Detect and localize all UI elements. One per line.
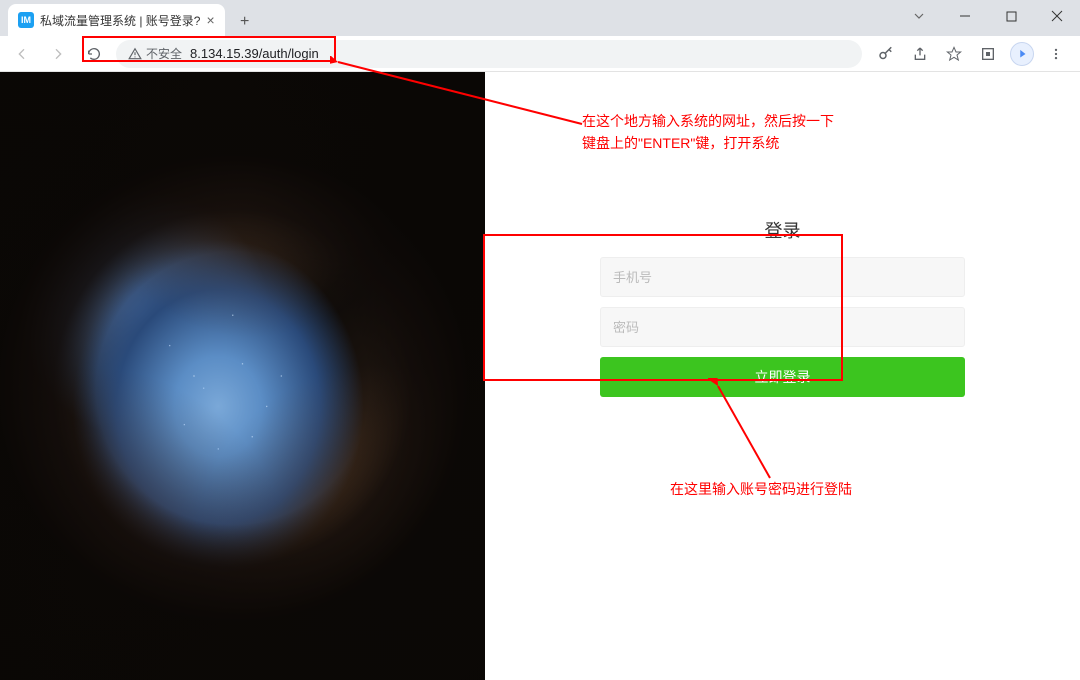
forward-button[interactable] <box>44 40 72 68</box>
browser-tab[interactable]: IM 私域流量管理系统 | 账号登录? × <box>8 4 225 36</box>
profile-avatar-icon <box>1010 42 1034 66</box>
window-dropdown-icon[interactable] <box>896 0 942 32</box>
password-input[interactable] <box>600 307 965 347</box>
menu-button[interactable] <box>1040 40 1072 68</box>
browser-toolbar: 不安全 8.134.15.39/auth/login <box>0 36 1080 72</box>
bookmark-icon[interactable] <box>938 40 970 68</box>
back-button[interactable] <box>8 40 36 68</box>
window-controls <box>896 0 1080 32</box>
address-bar[interactable]: 不安全 8.134.15.39/auth/login <box>116 40 862 68</box>
share-icon[interactable] <box>904 40 936 68</box>
url-text: 8.134.15.39/auth/login <box>190 46 319 61</box>
hero-image <box>0 72 485 680</box>
page-content: 登录 立即登录 <box>0 72 1080 680</box>
login-title: 登录 <box>600 217 965 243</box>
close-button[interactable] <box>1034 0 1080 32</box>
new-tab-button[interactable]: + <box>231 8 259 36</box>
security-label: 不安全 <box>146 45 182 62</box>
annotation-text-form: 在这里输入账号密码进行登陆 <box>670 478 852 500</box>
login-form: 立即登录 <box>600 257 965 397</box>
login-box: 登录 立即登录 <box>600 217 965 397</box>
tab-close-icon[interactable]: × <box>206 12 214 28</box>
minimize-button[interactable] <box>942 0 988 32</box>
reload-button[interactable] <box>80 40 108 68</box>
tab-favicon: IM <box>18 12 34 28</box>
maximize-button[interactable] <box>988 0 1034 32</box>
annotation-text-url: 在这个地方输入系统的网址，然后按一下 键盘上的"ENTER"键，打开系统 <box>582 110 834 155</box>
warning-icon <box>128 47 142 61</box>
password-key-icon[interactable] <box>870 40 902 68</box>
phone-input[interactable] <box>600 257 965 297</box>
tab-title: 私域流量管理系统 | 账号登录? <box>40 12 200 29</box>
toolbar-right <box>870 40 1072 68</box>
login-panel: 登录 立即登录 <box>485 72 1080 680</box>
profile-button[interactable] <box>1006 40 1038 68</box>
login-submit-button[interactable]: 立即登录 <box>600 357 965 397</box>
extensions-icon[interactable] <box>972 40 1004 68</box>
security-warning: 不安全 <box>128 45 182 62</box>
